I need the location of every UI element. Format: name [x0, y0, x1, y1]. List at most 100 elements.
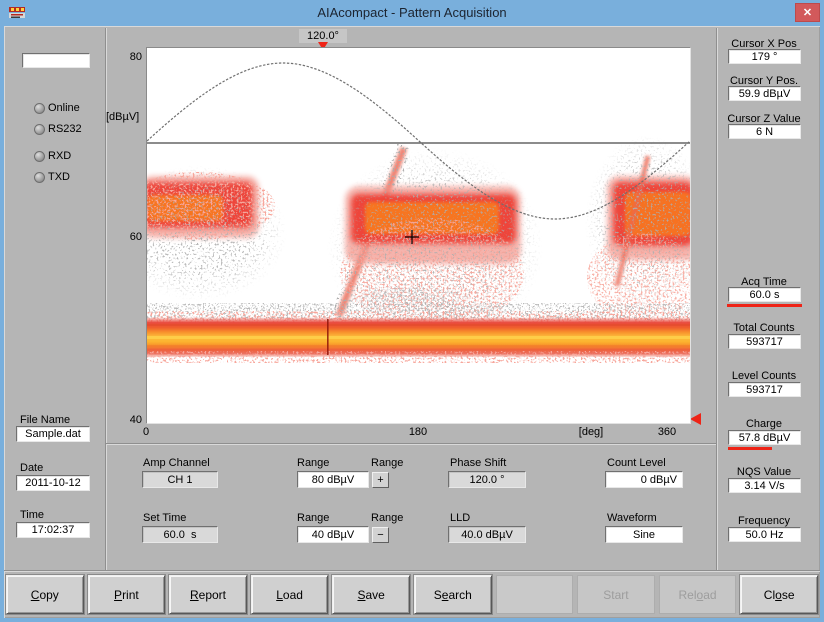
reload-button-label-rest: ad [703, 588, 716, 602]
y-tick-60: 60 [122, 231, 142, 243]
range-minus-button[interactable]: − [372, 527, 389, 543]
save-button-hotkey: S [357, 588, 365, 602]
total-counts-field: 593717 [728, 334, 801, 349]
rs232-led-icon [34, 124, 45, 135]
reload-button-label: Rel [679, 588, 697, 602]
close-button-label-rest: se [782, 588, 795, 602]
spacer-button [496, 575, 574, 614]
led-label-online: Online [48, 102, 80, 114]
led-label-rs232: RS232 [48, 123, 82, 135]
lld-field[interactable]: 40.0 dBµV [448, 526, 526, 543]
divider [106, 443, 716, 444]
cursor-y-field: 59.9 dBµV [728, 86, 801, 101]
application-window: AIAcompact - Pattern Acquisition ✕ Onlin… [0, 0, 824, 622]
save-button-label-rest: ave [366, 588, 385, 602]
print-button[interactable]: Print [88, 575, 166, 614]
range-minus-label: Range [371, 512, 403, 524]
copy-button-label-rest: opy [39, 588, 58, 602]
button-row: Copy Print Report Load Save Search Start… [4, 574, 820, 615]
count-level-field[interactable]: 0 dBµV [605, 471, 683, 488]
phase-shift-field[interactable]: 120.0 ° [448, 471, 526, 488]
x-tick-0: 0 [140, 426, 152, 438]
close-icon[interactable]: ✕ [795, 3, 820, 22]
load-button-label-rest: oad [283, 588, 303, 602]
reload-button: Reload [659, 575, 737, 614]
report-button-hotkey: R [190, 588, 199, 602]
time-field[interactable]: 17:02:37 [16, 522, 90, 538]
frequency-field: 50.0 Hz [728, 527, 801, 542]
range-lower-field[interactable]: 40 dBµV [297, 526, 369, 543]
led-label-rxd: RXD [48, 150, 71, 162]
range-upper-label: Range [297, 457, 329, 469]
online-led-icon [34, 103, 45, 114]
phase-marker-label: 120.0° [299, 29, 347, 43]
pattern-heatmap [147, 48, 690, 423]
divider [4, 570, 820, 571]
amp-channel-field[interactable]: CH 1 [142, 471, 218, 488]
start-button: Start [577, 575, 655, 614]
cursor-z-field: 6 N [728, 124, 801, 139]
charge-label: Charge [714, 418, 814, 430]
level-counts-label: Level Counts [714, 370, 814, 382]
cursor-x-field: 179 ° [728, 49, 801, 64]
range-lower-label: Range [297, 512, 329, 524]
x-tick-360: 360 [653, 426, 681, 438]
search-button-label-rest: arch [448, 588, 471, 602]
total-counts-label: Total Counts [714, 322, 814, 334]
count-level-label: Count Level [607, 457, 666, 469]
search-button[interactable]: Search [414, 575, 492, 614]
print-button-hotkey: P [114, 588, 122, 602]
lld-label: LLD [450, 512, 470, 524]
phase-shift-label: Phase Shift [450, 457, 506, 469]
copy-button[interactable]: Copy [6, 575, 84, 614]
divider [105, 28, 106, 570]
txd-led-icon [34, 172, 45, 183]
waveform-field[interactable]: Sine [605, 526, 683, 543]
time-label: Time [20, 509, 44, 521]
close-button[interactable]: Close [740, 575, 818, 614]
nqs-value-field: 3.14 V/s [728, 478, 801, 493]
status-display-field[interactable] [22, 53, 90, 68]
axis-marker-icon[interactable] [690, 413, 701, 425]
range-plus-button[interactable]: + [372, 472, 389, 488]
search-button-label: S [434, 588, 442, 602]
acq-time-field: 60.0 s [728, 287, 801, 302]
nqs-value-label: NQS Value [714, 466, 814, 478]
window-title: AIAcompact - Pattern Acquisition [0, 5, 824, 20]
date-label: Date [20, 462, 43, 474]
start-button-label: Start [603, 588, 628, 602]
close-button-label: Cl [764, 588, 775, 602]
title-bar[interactable]: AIAcompact - Pattern Acquisition ✕ [0, 0, 824, 26]
x-tick-180: 180 [404, 426, 432, 438]
load-button[interactable]: Load [251, 575, 329, 614]
set-time-label: Set Time [143, 512, 186, 524]
y-axis-unit-label: [dBµV] [106, 111, 139, 123]
reload-button-hotkey: o [697, 588, 704, 602]
frequency-label: Frequency [714, 515, 814, 527]
close-button-hotkey: o [775, 588, 782, 602]
charge-underline [728, 447, 772, 450]
load-button-hotkey: L [276, 588, 283, 602]
copy-button-hotkey: C [31, 588, 40, 602]
divider [716, 28, 717, 570]
set-time-field[interactable]: 60.0 s [142, 526, 218, 543]
amp-channel-label: Amp Channel [143, 457, 210, 469]
date-field[interactable]: 2011-10-12 [16, 475, 90, 491]
level-counts-field: 593717 [728, 382, 801, 397]
report-button-label-rest: eport [199, 588, 226, 602]
file-name-field[interactable]: Sample.dat [16, 426, 90, 442]
acq-time-underline [727, 304, 802, 307]
led-label-txd: TXD [48, 171, 70, 183]
x-axis-unit-label: [deg] [572, 426, 610, 438]
charge-field: 57.8 dBµV [728, 430, 801, 445]
print-button-label-rest: rint [122, 588, 139, 602]
file-name-label: File Name [20, 414, 70, 426]
rxd-led-icon [34, 151, 45, 162]
report-button[interactable]: Report [169, 575, 247, 614]
range-plus-label: Range [371, 457, 403, 469]
y-tick-80: 80 [122, 51, 142, 63]
search-button-hotkey: e [442, 588, 449, 602]
y-tick-40: 40 [122, 414, 142, 426]
range-upper-field[interactable]: 80 dBµV [297, 471, 369, 488]
save-button[interactable]: Save [332, 575, 410, 614]
